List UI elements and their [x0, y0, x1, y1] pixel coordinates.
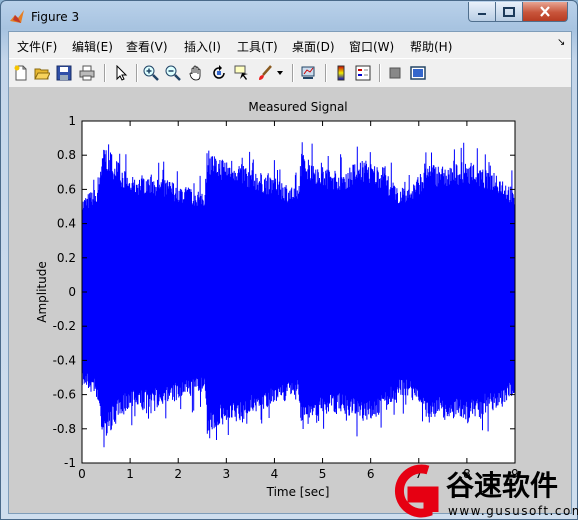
toolbar-separator [104, 64, 106, 82]
maximize-icon [503, 6, 515, 17]
figure-canvas: Measured Signal 0123456789 1 0.8 0.6 0.4 0.2… [9, 87, 571, 513]
legend-icon[interactable] [354, 64, 372, 82]
x-axis-label: Time [sec] [266, 485, 330, 499]
brush-dropdown-icon[interactable] [275, 64, 285, 82]
rotate-3d-icon[interactable] [210, 64, 228, 82]
matlab-logo-icon [10, 10, 24, 23]
show-plot-tools-icon[interactable] [409, 64, 427, 82]
window-title: Figure 3 [31, 10, 80, 24]
pan-hand-icon[interactable] [187, 64, 205, 82]
y-tick-label: 1 [68, 114, 76, 128]
maximize-button[interactable] [495, 2, 523, 22]
x-tick-label: 3 [223, 467, 231, 481]
figure-client-area: 文件(F) 编辑(E) 查看(V) 插入(I) 工具(T) 桌面(D) 窗口(W… [8, 31, 572, 514]
figure-window: Figure 3 文件(F) 编辑(E) 查看(V) 插入(I) 工具(T) 桌… [0, 0, 578, 520]
x-tick-label: 2 [174, 467, 182, 481]
y-axis-label: Amplitude [35, 261, 49, 323]
x-tick-label: 0 [78, 467, 86, 481]
zoom-in-icon[interactable] [142, 64, 160, 82]
open-file-icon[interactable] [33, 64, 51, 82]
y-tick-label: -0.2 [53, 319, 76, 333]
y-tick-label: 0.4 [57, 217, 76, 231]
close-icon [540, 6, 550, 17]
x-tick-label: 4 [271, 467, 279, 481]
title-bar[interactable]: Figure 3 [1, 1, 577, 31]
close-button[interactable] [522, 2, 568, 22]
y-tick-label: 0.2 [57, 251, 76, 265]
gususoft-watermark: 谷速软件 www.gususoft.com [394, 464, 578, 518]
menu-bar: 文件(F) 编辑(E) 查看(V) 插入(I) 工具(T) 桌面(D) 窗口(W… [9, 32, 571, 58]
colorbar-icon[interactable] [332, 64, 350, 82]
y-tick-label: 0.8 [57, 148, 76, 162]
print-icon[interactable] [78, 64, 96, 82]
data-cursor-icon[interactable] [233, 64, 251, 82]
y-tick-label: -0.8 [53, 422, 76, 436]
toolbar-separator [379, 64, 381, 82]
save-icon[interactable] [55, 64, 73, 82]
y-tick-label: -0.6 [53, 388, 76, 402]
zoom-out-icon[interactable] [164, 64, 182, 82]
menubar-dock-arrow-icon[interactable]: ↘ [557, 37, 565, 48]
minimize-icon [478, 12, 486, 15]
hide-plot-tools-icon[interactable] [386, 64, 404, 82]
menu-file[interactable]: 文件(F) [17, 38, 57, 55]
menu-window[interactable]: 窗口(W) [349, 38, 394, 55]
y-tick-label: 0 [68, 285, 76, 299]
new-figure-icon[interactable] [12, 64, 30, 82]
toolbar-separator [136, 64, 138, 82]
x-tick-label: 1 [126, 467, 134, 481]
minimize-button[interactable] [468, 2, 496, 22]
brush-icon[interactable] [256, 64, 274, 82]
menu-help[interactable]: 帮助(H) [410, 38, 452, 55]
watermark-url: www.gususoft.com [448, 504, 578, 518]
y-tick-label: -1 [64, 456, 76, 470]
x-tick-label: 6 [367, 467, 375, 481]
toolbar-separator [325, 64, 327, 82]
menu-tools[interactable]: 工具(T) [237, 38, 278, 55]
menu-desktop[interactable]: 桌面(D) [292, 38, 335, 55]
gususoft-logo-icon [394, 464, 439, 518]
watermark-brand: 谷速软件 [446, 469, 558, 502]
figure-toolbar [9, 58, 571, 88]
y-tick-label: -0.4 [53, 353, 76, 367]
menu-view[interactable]: 查看(V) [126, 38, 168, 55]
chart-title: Measured Signal [248, 100, 347, 114]
plot-svg: Measured Signal 0123456789 10.80.60.40.2… [35, 100, 519, 499]
toolbar-separator [292, 64, 294, 82]
edit-plot-arrow-icon[interactable] [112, 64, 130, 82]
link-plot-icon[interactable] [299, 64, 317, 82]
menu-insert[interactable]: 插入(I) [184, 38, 221, 55]
x-tick-label: 5 [319, 467, 327, 481]
menu-edit[interactable]: 编辑(E) [72, 38, 113, 55]
y-tick-label: 0.6 [57, 182, 76, 196]
